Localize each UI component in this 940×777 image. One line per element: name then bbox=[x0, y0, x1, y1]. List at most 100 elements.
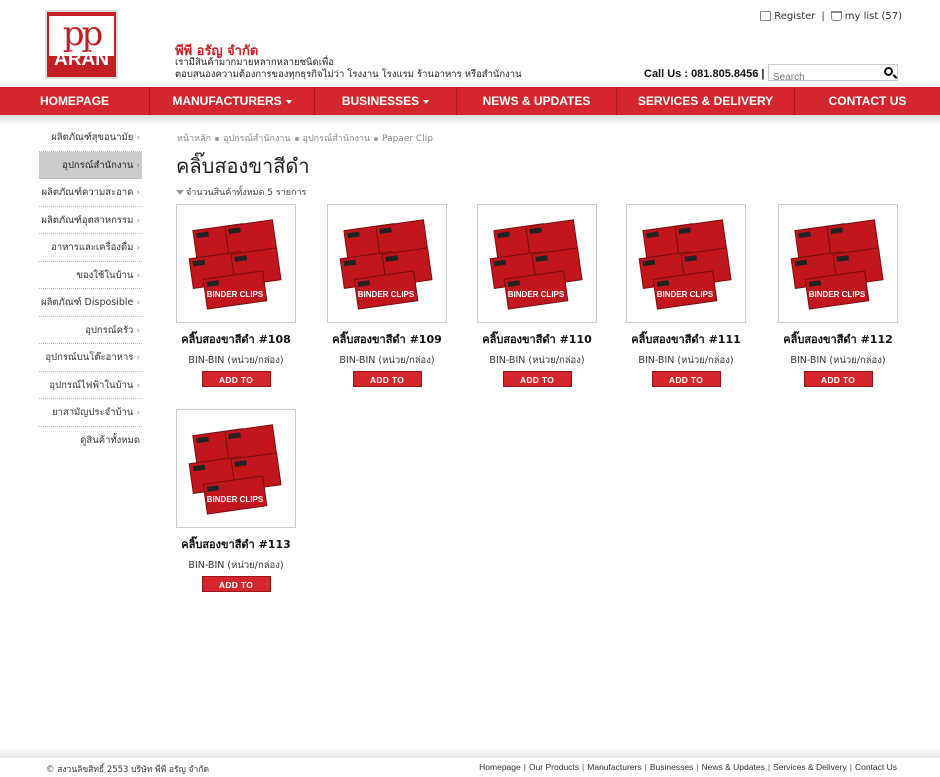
product-image[interactable]: BINDER CLIPS bbox=[626, 204, 746, 323]
search-box bbox=[768, 64, 898, 85]
sidebar-item-tableware[interactable]: อุปกรณ์บนโต๊ะอาหาร › bbox=[39, 344, 142, 372]
sidebar-item-hygiene[interactable]: ผลิตภัณฑ์สุขอนามัย › bbox=[39, 124, 142, 152]
product-name[interactable]: คลิ๊บสองขาสีดำ #109 bbox=[327, 330, 447, 348]
footer-link-news[interactable]: News & Updates bbox=[702, 762, 765, 772]
add-to-quote-button[interactable]: ADD TO QUOTE bbox=[803, 371, 873, 401]
page-title: คลิ๊บสองขาสีดำ bbox=[176, 154, 310, 178]
top-links-divider: | bbox=[821, 11, 825, 22]
add-to-quote-button[interactable]: ADD TO QUOTE bbox=[201, 576, 271, 606]
product-count: จำนวนสินค้าทั้งหมด 5 รายการ bbox=[176, 185, 306, 199]
chevron-right-icon: › bbox=[136, 215, 140, 226]
nav-businesses[interactable]: BUSINESSES bbox=[315, 87, 457, 115]
product-card: BINDER CLIPS คลิ๊บสองขาสีดำ #111 BIN-BIN… bbox=[626, 204, 746, 403]
product-name[interactable]: คลิ๊บสองขาสีดำ #108 bbox=[176, 330, 296, 348]
call-us-phone: Call Us : 081.805.8456 | bbox=[644, 68, 765, 80]
product-unit: BIN-BIN (หน่วย/กล่อง) bbox=[489, 355, 585, 366]
nav-manufacturers[interactable]: MANUFACTURERS bbox=[150, 87, 315, 115]
product-name[interactable]: คลิ๊บสองขาสีดำ #110 bbox=[477, 330, 597, 348]
company-logo[interactable]: pp ARAN bbox=[45, 10, 118, 79]
caret-down-icon bbox=[423, 99, 430, 104]
box-label-text: BINDER CLIPS bbox=[657, 290, 714, 299]
product-image[interactable]: BINDER CLIPS bbox=[176, 409, 296, 528]
my-list-link[interactable]: my list (57) bbox=[830, 11, 902, 22]
nav-label: HOMEPAGE bbox=[39, 94, 110, 108]
footer-link-homepage[interactable]: Homepage bbox=[479, 762, 521, 772]
product-unit: BIN-BIN (หน่วย/กล่อง) bbox=[339, 355, 435, 366]
footer-link-manufacturers[interactable]: Manufacturers bbox=[587, 762, 641, 772]
nav-label: CONTACT US bbox=[828, 94, 907, 108]
product-card: BINDER CLIPS คลิ๊บสองขาสีดำ #112 BIN-BIN… bbox=[778, 204, 898, 403]
my-list-label: my list (57) bbox=[844, 11, 902, 22]
category-sidebar: ผลิตภัณฑ์สุขอนามัย › อุปกรณ์สำนักงาน › ผลิ… bbox=[39, 124, 142, 454]
product-card: BINDER CLIPS คลิ๊บสองขาสีดำ #109 BIN-BIN… bbox=[327, 204, 447, 403]
sidebar-item-label: อุปกรณ์บนโต๊ะอาหาร bbox=[45, 352, 134, 363]
add-to-quote-button[interactable]: ADD TO QUOTE bbox=[352, 371, 422, 401]
nav-services-delivery[interactable]: SERVICES & DELIVERY bbox=[617, 87, 795, 115]
sidebar-item-disposable[interactable]: ผลิตภัณฑ์ Disposible › bbox=[39, 289, 142, 317]
box-label-text: BINDER CLIPS bbox=[358, 290, 415, 299]
bullet-icon bbox=[374, 136, 379, 141]
footer-divider: | bbox=[849, 762, 852, 772]
top-links: Register | my list (57) bbox=[760, 11, 902, 22]
footer-link-businesses[interactable]: Businesses bbox=[650, 762, 693, 772]
sidebar-item-label: อุปกรณ์สำนักงาน bbox=[62, 159, 134, 171]
sidebar-item-label: ผลิตภัณฑ์ความสะอาด bbox=[41, 187, 134, 198]
sidebar-item-household[interactable]: ของใช้ในบ้าน › bbox=[39, 262, 142, 289]
add-to-quote-button[interactable]: ADD TO QUOTE bbox=[502, 371, 572, 401]
sidebar-item-industrial[interactable]: ผลิตภัณฑ์อุตสาหกรรม › bbox=[39, 207, 142, 234]
product-name[interactable]: คลิ๊บสองขาสีดำ #111 bbox=[626, 330, 746, 348]
product-image[interactable]: BINDER CLIPS bbox=[327, 204, 447, 323]
search-icon[interactable] bbox=[884, 67, 893, 76]
binder-clips-box-illustration: BINDER CLIPS bbox=[188, 219, 282, 310]
logo-aran-text: ARAN bbox=[54, 49, 109, 70]
add-to-quote-button[interactable]: ADD TO QUOTE bbox=[201, 371, 271, 401]
sidebar-item-label: ยาสามัญประจำบ้าน bbox=[52, 407, 134, 418]
footer-links: Homepage | Our Products | Manufacturers | Busi… bbox=[479, 762, 897, 772]
register-label: Register bbox=[774, 11, 816, 22]
add-to-quote-button[interactable]: ADD TO QUOTE bbox=[651, 371, 721, 401]
nav-contact-us[interactable]: CONTACT US bbox=[795, 87, 940, 115]
footer-divider: | bbox=[767, 762, 771, 772]
register-link[interactable]: Register bbox=[760, 11, 815, 22]
product-count-text: จำนวนสินค้าทั้งหมด 5 รายการ bbox=[186, 188, 307, 198]
binder-clips-box-illustration: BINDER CLIPS bbox=[790, 219, 884, 310]
product-image[interactable]: BINDER CLIPS bbox=[778, 204, 898, 323]
caret-down-icon bbox=[285, 99, 292, 104]
sidebar-item-cleaning[interactable]: ผลิตภัณฑ์ความสะอาด › bbox=[39, 179, 142, 207]
search-input[interactable] bbox=[769, 70, 879, 85]
sidebar-item-food-drink[interactable]: อาหารและเครื่องดื่ม › bbox=[39, 234, 142, 262]
product-image[interactable]: BINDER CLIPS bbox=[176, 204, 296, 323]
binder-clips-box-illustration: BINDER CLIPS bbox=[489, 219, 583, 310]
product-name[interactable]: คลิ๊บสองขาสีดำ #112 bbox=[778, 330, 898, 348]
footer-link-products[interactable]: Our Products bbox=[529, 762, 579, 772]
sidebar-item-kitchen[interactable]: อุปกรณ์ครัว › bbox=[39, 317, 142, 344]
tagline: เรามีสินค้ามากมายหลากหลายชนิดเพื่อ ตอบสน… bbox=[175, 57, 535, 81]
product-card: BINDER CLIPS คลิ๊บสองขาสีดำ #113 BIN-BIN… bbox=[176, 409, 296, 608]
product-image[interactable]: BINDER CLIPS bbox=[477, 204, 597, 323]
sidebar-item-label: ผลิตภัณฑ์อุตสาหกรรม bbox=[41, 214, 134, 226]
chevron-right-icon: › bbox=[136, 408, 140, 418]
footer-divider: | bbox=[523, 762, 526, 772]
product-unit: BIN-BIN (หน่วย/กล่อง) bbox=[638, 355, 734, 366]
nav-news-updates[interactable]: NEWS & UPDATES bbox=[457, 87, 617, 115]
breadcrumb-home[interactable]: หน้าหลัก bbox=[177, 134, 211, 144]
product-name[interactable]: คลิ๊บสองขาสีดำ #113 bbox=[176, 535, 296, 553]
product-unit: BIN-BIN (หน่วย/กล่อง) bbox=[188, 560, 284, 571]
nav-homepage[interactable]: HOMEPAGE bbox=[0, 87, 150, 115]
footer-link-contact[interactable]: Contact Us bbox=[855, 762, 897, 772]
breadcrumb-item[interactable]: อุปกรณ์สำนักงาน bbox=[303, 134, 371, 144]
sidebar-item-electrical[interactable]: อุปกรณ์ไฟฟ้าในบ้าน › bbox=[39, 372, 142, 399]
box-label-text: BINDER CLIPS bbox=[809, 290, 866, 299]
footer-link-services[interactable]: Services & Delivery bbox=[773, 762, 847, 772]
breadcrumb-current: Papaer Clip bbox=[382, 134, 433, 144]
footer-shadow bbox=[0, 748, 940, 758]
breadcrumb-item[interactable]: อุปกรณ์สำนักงาน bbox=[223, 134, 291, 144]
chevron-right-icon: › bbox=[136, 380, 140, 391]
sidebar-item-all[interactable]: ดูสินค้าทั้งหมด bbox=[39, 427, 142, 455]
sidebar-item-medicine[interactable]: ยาสามัญประจำบ้าน › bbox=[39, 399, 142, 427]
nav-label: NEWS & UPDATES bbox=[482, 94, 591, 108]
box-label-text: BINDER CLIPS bbox=[207, 495, 264, 504]
edit-icon bbox=[760, 11, 772, 21]
sidebar-item-office[interactable]: อุปกรณ์สำนักงาน › bbox=[39, 151, 142, 179]
product-card: BINDER CLIPS คลิ๊บสองขาสีดำ #110 BIN-BIN… bbox=[477, 204, 597, 403]
